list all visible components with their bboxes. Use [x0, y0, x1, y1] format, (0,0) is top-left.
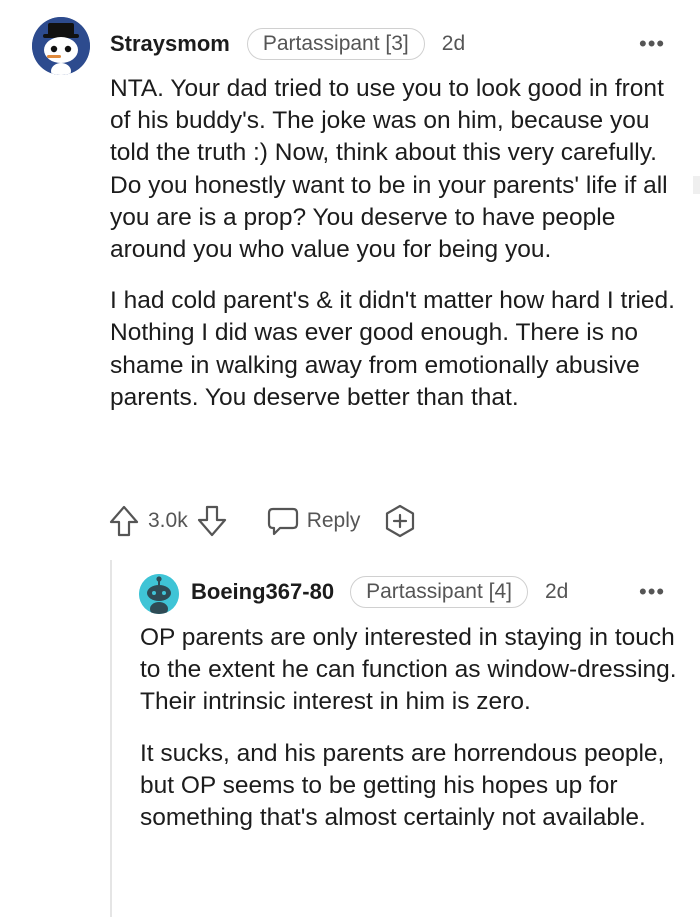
comment-paragraph: It sucks, and his parents are horrendous…	[140, 739, 665, 832]
comment-actions: 3.0k Reply	[109, 504, 417, 538]
vote-count: 3.0k	[148, 509, 188, 532]
comment-boeing367-80: Boeing367-80 Partassipant [4] 2d ••• OP …	[0, 560, 700, 917]
award-button[interactable]	[383, 504, 417, 538]
reply-label: Reply	[306, 509, 361, 532]
username[interactable]: Boeing367-80	[191, 579, 334, 605]
more-options-button[interactable]: •••	[639, 31, 665, 57]
user-avatar[interactable]	[32, 17, 90, 75]
arrow-up-icon	[109, 505, 139, 537]
award-plus-icon	[386, 504, 415, 538]
comment-paragraph: I had cold parent's & it didn't matter h…	[110, 287, 675, 411]
arrow-down-icon	[197, 505, 226, 537]
username[interactable]: Straysmom	[110, 31, 230, 57]
snoo-avatar-icon	[139, 574, 179, 614]
comment-straysmom: Straysmom Partassipant [3] 2d ••• NTA. Y…	[0, 0, 700, 560]
chat-bubble-icon	[267, 507, 298, 536]
comment-header: Straysmom Partassipant [3] 2d	[110, 28, 465, 60]
user-flair: Partassipant [4]	[350, 576, 528, 608]
comment-paragraph: NTA. Your dad tried to use you to look g…	[110, 75, 668, 264]
comment-paragraph: OP parents are only interested in stayin…	[140, 624, 677, 716]
snoo-avatar-icon	[32, 17, 90, 75]
comment-header: Boeing367-80 Partassipant [4] 2d	[191, 576, 568, 608]
comment-body: NTA. Your dad tried to use you to look g…	[110, 73, 678, 414]
user-avatar[interactable]	[139, 574, 179, 614]
reply-button[interactable]: Reply	[267, 506, 361, 536]
comment-age: 2d	[544, 580, 569, 603]
comment-body: OP parents are only interested in stayin…	[140, 622, 685, 834]
upvote-button[interactable]	[109, 505, 139, 537]
more-options-button[interactable]: •••	[639, 579, 665, 605]
downvote-button[interactable]	[197, 505, 227, 537]
comment-age: 2d	[441, 32, 466, 55]
user-flair: Partassipant [3]	[246, 28, 425, 60]
